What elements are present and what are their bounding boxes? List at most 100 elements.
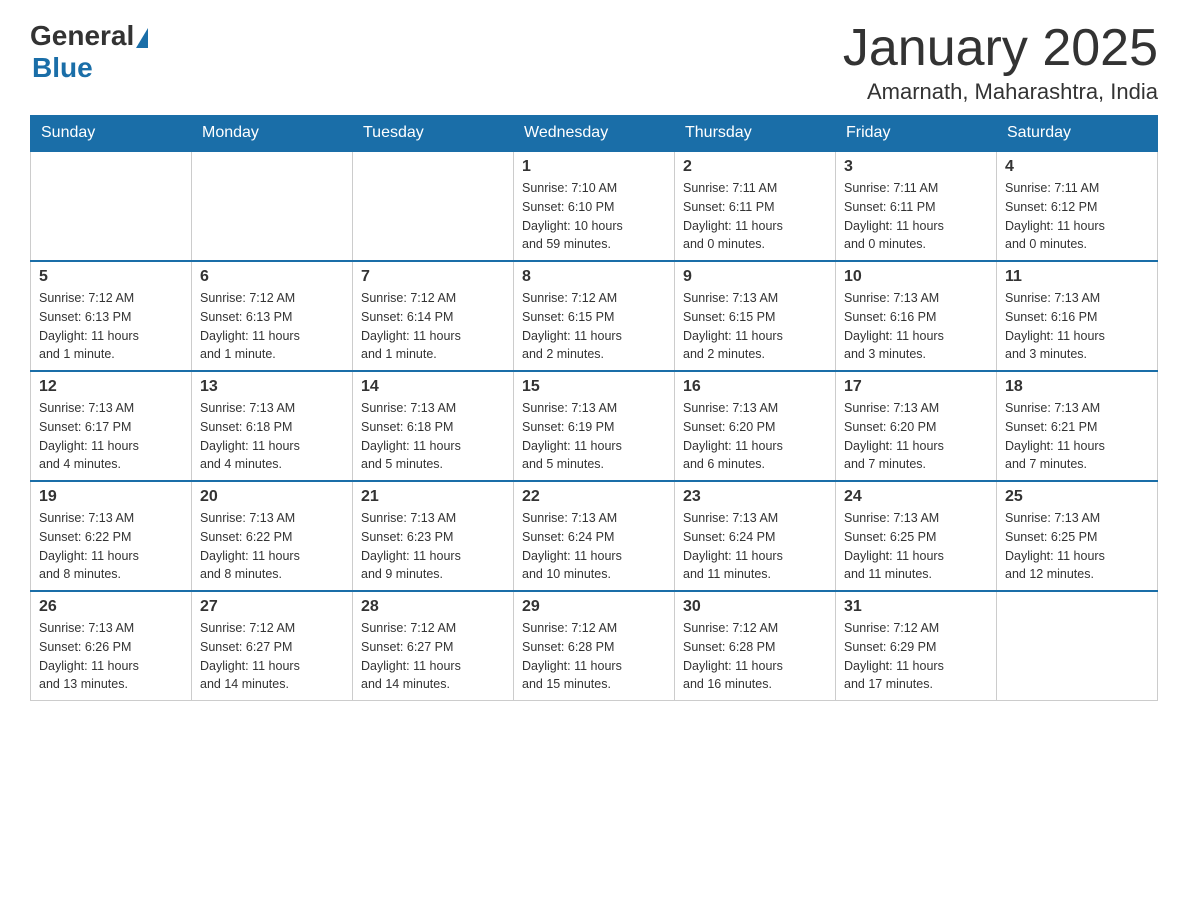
calendar-cell: 9Sunrise: 7:13 AM Sunset: 6:15 PM Daylig… <box>675 261 836 371</box>
day-number: 1 <box>522 158 666 176</box>
day-number: 21 <box>361 488 505 506</box>
day-info: Sunrise: 7:12 AM Sunset: 6:27 PM Dayligh… <box>361 619 505 694</box>
day-number: 23 <box>683 488 827 506</box>
day-info: Sunrise: 7:11 AM Sunset: 6:11 PM Dayligh… <box>844 179 988 254</box>
day-info: Sunrise: 7:12 AM Sunset: 6:14 PM Dayligh… <box>361 289 505 364</box>
calendar-cell: 13Sunrise: 7:13 AM Sunset: 6:18 PM Dayli… <box>192 371 353 481</box>
calendar-cell: 27Sunrise: 7:12 AM Sunset: 6:27 PM Dayli… <box>192 591 353 701</box>
day-number: 30 <box>683 598 827 616</box>
day-info: Sunrise: 7:13 AM Sunset: 6:24 PM Dayligh… <box>522 509 666 584</box>
calendar-cell: 11Sunrise: 7:13 AM Sunset: 6:16 PM Dayli… <box>997 261 1158 371</box>
calendar-cell <box>997 591 1158 701</box>
calendar-cell: 28 Sunrise: 7:12 AM Sunset: 6:27 PM Dayli… <box>353 591 514 701</box>
calendar-cell: 15Sunrise: 7:13 AM Sunset: 6:19 PM Dayli… <box>514 371 675 481</box>
day-number: 28 <box>361 598 505 616</box>
day-info: Sunrise: 7:13 AM Sunset: 6:22 PM Dayligh… <box>39 509 183 584</box>
day-number: 9 <box>683 268 827 286</box>
calendar-cell: 30 Sunrise: 7:12 AM Sunset: 6:28 PM Dayli… <box>675 591 836 701</box>
calendar-cell: 12 Sunrise: 7:13 AM Sunset: 6:17 PM Dayli… <box>31 371 192 481</box>
day-of-week-header: Monday <box>192 116 353 152</box>
day-info: Sunrise: 7:13 AM Sunset: 6:23 PM Dayligh… <box>361 509 505 584</box>
day-info: Sunrise: 7:13 AM Sunset: 6:17 PM Dayligh… <box>39 399 183 474</box>
day-number: 14 <box>361 378 505 396</box>
day-info: Sunrise: 7:13 AM Sunset: 6:25 PM Dayligh… <box>1005 509 1149 584</box>
day-number: 12 <box>39 378 183 396</box>
day-number: 17 <box>844 378 988 396</box>
calendar-week-row: 1 Sunrise: 7:10 AM Sunset: 6:10 PM Daylig… <box>31 151 1158 261</box>
calendar-cell <box>353 151 514 261</box>
day-number: 31 <box>844 598 988 616</box>
day-info: Sunrise: 7:12 AM Sunset: 6:13 PM Dayligh… <box>39 289 183 364</box>
month-title: January 2025 <box>843 20 1158 77</box>
page-header: General Blue January 2025 Amarnath, Maha… <box>30 20 1158 105</box>
calendar-cell: 6 Sunrise: 7:12 AM Sunset: 6:13 PM Daylig… <box>192 261 353 371</box>
day-info: Sunrise: 7:12 AM Sunset: 6:13 PM Dayligh… <box>200 289 344 364</box>
day-info: Sunrise: 7:12 AM Sunset: 6:29 PM Dayligh… <box>844 619 988 694</box>
calendar-cell: 16 Sunrise: 7:13 AM Sunset: 6:20 PM Dayli… <box>675 371 836 481</box>
calendar-header: SundayMondayTuesdayWednesdayThursdayFrid… <box>31 116 1158 152</box>
day-info: Sunrise: 7:10 AM Sunset: 6:10 PM Dayligh… <box>522 179 666 254</box>
calendar-week-row: 5 Sunrise: 7:12 AM Sunset: 6:13 PM Daylig… <box>31 261 1158 371</box>
day-number: 7 <box>361 268 505 286</box>
day-number: 20 <box>200 488 344 506</box>
day-number: 3 <box>844 158 988 176</box>
logo: General Blue <box>30 20 150 84</box>
day-info: Sunrise: 7:13 AM Sunset: 6:18 PM Dayligh… <box>361 399 505 474</box>
day-number: 10 <box>844 268 988 286</box>
calendar-cell: 23Sunrise: 7:13 AM Sunset: 6:24 PM Dayli… <box>675 481 836 591</box>
day-info: Sunrise: 7:13 AM Sunset: 6:19 PM Dayligh… <box>522 399 666 474</box>
day-number: 5 <box>39 268 183 286</box>
calendar-cell: 1 Sunrise: 7:10 AM Sunset: 6:10 PM Daylig… <box>514 151 675 261</box>
logo-blue-text: Blue <box>32 52 93 83</box>
logo-general-text: General <box>30 20 134 52</box>
day-number: 16 <box>683 378 827 396</box>
day-of-week-header: Friday <box>836 116 997 152</box>
day-number: 11 <box>1005 268 1149 286</box>
calendar-week-row: 12 Sunrise: 7:13 AM Sunset: 6:17 PM Dayli… <box>31 371 1158 481</box>
day-info: Sunrise: 7:11 AM Sunset: 6:12 PM Dayligh… <box>1005 179 1149 254</box>
day-of-week-header: Wednesday <box>514 116 675 152</box>
calendar-cell: 7 Sunrise: 7:12 AM Sunset: 6:14 PM Daylig… <box>353 261 514 371</box>
day-info: Sunrise: 7:12 AM Sunset: 6:28 PM Dayligh… <box>522 619 666 694</box>
day-number: 25 <box>1005 488 1149 506</box>
calendar-cell: 31 Sunrise: 7:12 AM Sunset: 6:29 PM Dayli… <box>836 591 997 701</box>
calendar-cell: 4 Sunrise: 7:11 AM Sunset: 6:12 PM Daylig… <box>997 151 1158 261</box>
title-section: January 2025 Amarnath, Maharashtra, Indi… <box>843 20 1158 105</box>
day-info: Sunrise: 7:13 AM Sunset: 6:21 PM Dayligh… <box>1005 399 1149 474</box>
day-of-week-header: Tuesday <box>353 116 514 152</box>
calendar-cell <box>31 151 192 261</box>
day-info: Sunrise: 7:13 AM Sunset: 6:22 PM Dayligh… <box>200 509 344 584</box>
day-number: 4 <box>1005 158 1149 176</box>
day-number: 24 <box>844 488 988 506</box>
day-number: 6 <box>200 268 344 286</box>
calendar-cell: 26Sunrise: 7:13 AM Sunset: 6:26 PM Dayli… <box>31 591 192 701</box>
calendar-cell: 5 Sunrise: 7:12 AM Sunset: 6:13 PM Daylig… <box>31 261 192 371</box>
day-number: 26 <box>39 598 183 616</box>
calendar-cell: 10 Sunrise: 7:13 AM Sunset: 6:16 PM Dayli… <box>836 261 997 371</box>
logo-triangle-icon <box>136 28 148 48</box>
day-number: 13 <box>200 378 344 396</box>
calendar-cell: 22Sunrise: 7:13 AM Sunset: 6:24 PM Dayli… <box>514 481 675 591</box>
calendar-cell: 29 Sunrise: 7:12 AM Sunset: 6:28 PM Dayli… <box>514 591 675 701</box>
location-text: Amarnath, Maharashtra, India <box>843 79 1158 105</box>
day-info: Sunrise: 7:13 AM Sunset: 6:16 PM Dayligh… <box>844 289 988 364</box>
day-number: 27 <box>200 598 344 616</box>
day-number: 8 <box>522 268 666 286</box>
calendar-cell: 14 Sunrise: 7:13 AM Sunset: 6:18 PM Dayli… <box>353 371 514 481</box>
day-info: Sunrise: 7:12 AM Sunset: 6:28 PM Dayligh… <box>683 619 827 694</box>
day-of-week-header: Sunday <box>31 116 192 152</box>
calendar-body: 1 Sunrise: 7:10 AM Sunset: 6:10 PM Daylig… <box>31 151 1158 701</box>
calendar-table: SundayMondayTuesdayWednesdayThursdayFrid… <box>30 115 1158 701</box>
calendar-week-row: 19 Sunrise: 7:13 AM Sunset: 6:22 PM Dayli… <box>31 481 1158 591</box>
calendar-cell: 3 Sunrise: 7:11 AM Sunset: 6:11 PM Daylig… <box>836 151 997 261</box>
day-number: 19 <box>39 488 183 506</box>
day-of-week-header: Thursday <box>675 116 836 152</box>
calendar-cell: 20 Sunrise: 7:13 AM Sunset: 6:22 PM Dayli… <box>192 481 353 591</box>
day-number: 29 <box>522 598 666 616</box>
calendar-week-row: 26Sunrise: 7:13 AM Sunset: 6:26 PM Dayli… <box>31 591 1158 701</box>
calendar-cell: 25 Sunrise: 7:13 AM Sunset: 6:25 PM Dayli… <box>997 481 1158 591</box>
day-of-week-header: Saturday <box>997 116 1158 152</box>
header-row: SundayMondayTuesdayWednesdayThursdayFrid… <box>31 116 1158 152</box>
calendar-cell: 18Sunrise: 7:13 AM Sunset: 6:21 PM Dayli… <box>997 371 1158 481</box>
day-info: Sunrise: 7:13 AM Sunset: 6:20 PM Dayligh… <box>683 399 827 474</box>
